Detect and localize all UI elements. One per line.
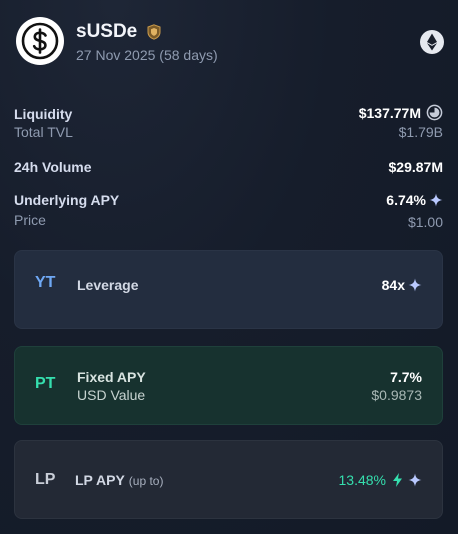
lp-apy-value: 13.48% xyxy=(338,472,386,488)
liquidity-row: Liquidity $137.77M Total TVL $1.79B xyxy=(14,103,443,143)
shield-badge-icon[interactable] xyxy=(147,24,161,40)
asset-name: sUSDe xyxy=(76,21,138,42)
underlying-apy-value: 6.74% xyxy=(386,192,426,208)
pt-fixed-apy-value: 7.7% xyxy=(390,369,422,385)
pt-fixed-apy-label: Fixed APY xyxy=(77,369,146,385)
market-card: sUSDe 27 Nov 2025 (58 days) Liquidity $1… xyxy=(0,0,458,534)
price-value: $1.00 xyxy=(407,214,443,230)
sparkle-icon[interactable] xyxy=(408,278,422,292)
maturity-date: 27 Nov 2025 (58 days) xyxy=(76,47,218,63)
bolt-icon[interactable] xyxy=(392,473,403,487)
sparkle-icon[interactable] xyxy=(408,473,422,487)
market-header: sUSDe 27 Nov 2025 (58 days) xyxy=(16,17,444,65)
lp-apy-value-wrap: 13.48% xyxy=(339,472,422,488)
yt-badge: YT xyxy=(35,274,56,291)
sparkle-icon[interactable] xyxy=(429,193,443,207)
yt-leverage-label: Leverage xyxy=(77,277,139,293)
yt-card[interactable]: YT Leverage 84x xyxy=(14,250,443,329)
volume-label: 24h Volume xyxy=(14,159,92,175)
lp-apy-label: LP APY xyxy=(75,472,125,488)
liquidity-value: $137.77M xyxy=(358,104,421,121)
price-label: Price xyxy=(14,212,46,228)
dollar-coin-icon xyxy=(16,17,64,65)
yt-leverage-value-wrap: 84x xyxy=(382,277,422,293)
lp-badge: LP xyxy=(35,471,56,488)
pt-usd-value-label: USD Value xyxy=(77,387,146,403)
pt-card[interactable]: PT Fixed APY USD Value 7.7% $0.9873 xyxy=(14,346,443,425)
pt-badge: PT xyxy=(35,375,56,392)
lp-apy-label-wrap: LP APY (up to) xyxy=(75,472,163,488)
tvl-value: $1.79B xyxy=(398,124,443,140)
yt-leverage-value: 84x xyxy=(381,277,405,293)
liquidity-label: Liquidity xyxy=(14,106,73,122)
lp-up-to-tag: (up to) xyxy=(128,474,164,488)
underlying-apy-value-wrap: 6.74% xyxy=(386,192,443,208)
lp-card[interactable]: LP LP APY (up to) 13.48% xyxy=(14,440,443,519)
tvl-label: Total TVL xyxy=(14,124,73,140)
pt-usd-value: $0.9873 xyxy=(371,387,422,403)
liquidity-value-wrap: $137.77M xyxy=(359,104,443,121)
underlying-apy-label: Underlying APY xyxy=(14,192,120,208)
ethereum-icon[interactable] xyxy=(420,30,444,54)
volume-row: 24h Volume $29.87M xyxy=(14,156,443,176)
apy-row: Underlying APY 6.74% Price $1.00 xyxy=(14,190,443,230)
pie-chart-icon[interactable] xyxy=(426,104,443,121)
asset-title: sUSDe xyxy=(76,21,161,43)
volume-value: $29.87M xyxy=(388,159,443,175)
